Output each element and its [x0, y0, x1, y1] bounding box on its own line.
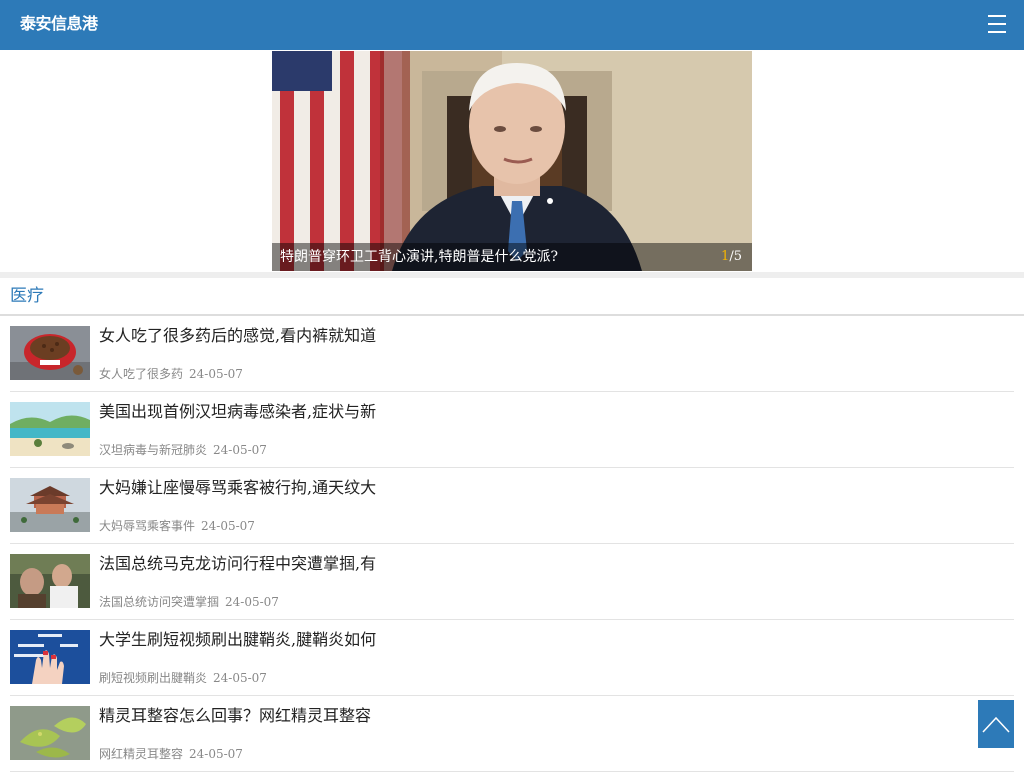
article-title[interactable]: 大学生刷短视频刷出腱鞘炎,腱鞘炎如何 [99, 629, 376, 651]
article-meta: 网红精灵耳整容 24-05-07 [99, 746, 243, 762]
article-thumbnail[interactable] [10, 706, 90, 760]
slide-caption[interactable]: 特朗普穿环卫工背心演讲,特朗普是什么党派? [280, 248, 558, 266]
list-item[interactable]: 精灵耳整容怎么回事？网红精灵耳整容 网红精灵耳整容 24-05-07 [10, 696, 1014, 772]
article-tag[interactable]: 汉坦病毒与新冠肺炎 [99, 443, 207, 457]
article-thumbnail[interactable] [10, 554, 90, 608]
article-date: 24-05-07 [189, 747, 243, 761]
article-date: 24-05-07 [213, 443, 267, 457]
article-date: 24-05-07 [189, 367, 243, 381]
article-tag[interactable]: 大妈辱骂乘客事件 [99, 519, 195, 533]
image-slider: 特朗普穿环卫工背心演讲,特朗普是什么党派? 1/5 [0, 50, 1024, 272]
site-logo[interactable]: 泰安信息港 [20, 13, 98, 35]
section-header: 医疗 [0, 278, 1024, 316]
article-meta: 法国总统访问突遭掌掴 24-05-07 [99, 594, 279, 610]
list-item[interactable]: 女人吃了很多药后的感觉,看内裤就知道 女人吃了很多药 24-05-07 [10, 316, 1014, 392]
slide-caption-bar: 特朗普穿环卫工背心演讲,特朗普是什么党派? 1/5 [272, 243, 752, 271]
slide-image-link[interactable]: 特朗普穿环卫工背心演讲,特朗普是什么党派? 1/5 [272, 51, 752, 271]
article-thumbnail[interactable] [10, 478, 90, 532]
list-item[interactable]: 美国出现首例汉坦病毒感染者,症状与新 汉坦病毒与新冠肺炎 24-05-07 [10, 392, 1014, 468]
article-title[interactable]: 法国总统马克龙访问行程中突遭掌掴,有 [99, 553, 376, 575]
article-date: 24-05-07 [201, 519, 255, 533]
list-item[interactable]: 大妈嫌让座慢辱骂乘客被行拘,通天纹大 大妈辱骂乘客事件 24-05-07 [10, 468, 1014, 544]
back-to-top-button[interactable] [978, 700, 1014, 748]
article-title[interactable]: 大妈嫌让座慢辱骂乘客被行拘,通天纹大 [99, 477, 376, 499]
article-list: 女人吃了很多药后的感觉,看内裤就知道 女人吃了很多药 24-05-07 美国出现首… [10, 316, 1014, 772]
list-item[interactable]: 法国总统马克龙访问行程中突遭掌掴,有 法国总统访问突遭掌掴 24-05-07 [10, 544, 1014, 620]
article-thumbnail[interactable] [10, 326, 90, 380]
article-meta: 汉坦病毒与新冠肺炎 24-05-07 [99, 442, 267, 458]
slide-counter: 1/5 [721, 248, 742, 266]
slide-counter-total: 5 [733, 249, 742, 264]
article-tag[interactable]: 网红精灵耳整容 [99, 747, 183, 761]
article-title[interactable]: 美国出现首例汉坦病毒感染者,症状与新 [99, 401, 376, 423]
article-date: 24-05-07 [225, 595, 279, 609]
article-tag[interactable]: 刷短视频刷出腱鞘炎 [99, 671, 207, 685]
top-navigation-bar: 泰安信息港 [0, 0, 1024, 50]
article-meta: 大妈辱骂乘客事件 24-05-07 [99, 518, 255, 534]
article-date: 24-05-07 [213, 671, 267, 685]
section-title[interactable]: 医疗 [10, 285, 44, 307]
chevron-up-icon [982, 716, 1010, 733]
article-title[interactable]: 女人吃了很多药后的感觉,看内裤就知道 [99, 325, 376, 347]
article-tag[interactable]: 法国总统访问突遭掌掴 [99, 595, 219, 609]
slide-photo [272, 51, 752, 271]
list-item[interactable]: 大学生刷短视频刷出腱鞘炎,腱鞘炎如何 刷短视频刷出腱鞘炎 24-05-07 [10, 620, 1014, 696]
article-thumbnail[interactable] [10, 402, 90, 456]
article-tag[interactable]: 女人吃了很多药 [99, 367, 183, 381]
article-meta: 刷短视频刷出腱鞘炎 24-05-07 [99, 670, 267, 686]
article-thumbnail[interactable] [10, 630, 90, 684]
article-title[interactable]: 精灵耳整容怎么回事？网红精灵耳整容 [99, 705, 371, 727]
hamburger-menu-icon[interactable] [986, 11, 1008, 37]
article-meta: 女人吃了很多药 24-05-07 [99, 366, 243, 382]
